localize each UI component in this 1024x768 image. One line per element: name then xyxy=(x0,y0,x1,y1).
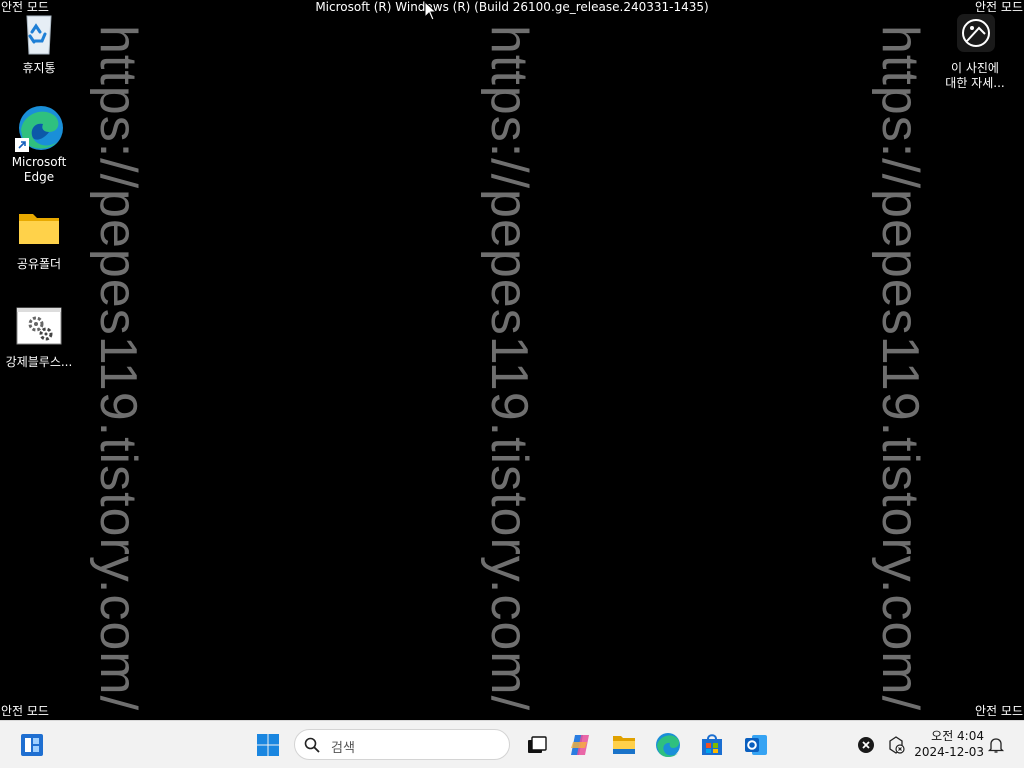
outlook-icon xyxy=(745,735,767,755)
watermark-column-3: https://pepes119.tistory.com/ xyxy=(870,18,930,718)
edge-taskbar-button[interactable] xyxy=(652,729,684,761)
notification-button[interactable] xyxy=(980,729,1012,761)
network-disconnected-icon xyxy=(889,736,905,754)
close-circle-icon xyxy=(858,737,874,753)
clock-time: 오전 4:04 xyxy=(931,729,984,743)
folder-icon xyxy=(15,206,63,254)
widgets-icon xyxy=(21,734,43,756)
desktop-icon-shared-folder[interactable]: 공유폴더 xyxy=(1,206,77,272)
desktop-icon-label: 강제블루스... xyxy=(5,355,73,369)
file-explorer-button[interactable] xyxy=(608,729,640,761)
mouse-cursor-icon xyxy=(424,1,438,21)
search-icon xyxy=(304,737,320,753)
tray-close-circle-button[interactable] xyxy=(850,729,882,761)
camera-lens-icon xyxy=(951,10,999,58)
start-button[interactable] xyxy=(252,729,284,761)
notification-bell-icon xyxy=(987,738,1005,753)
task-view-button[interactable] xyxy=(520,729,552,761)
desktop-icon-label: 휴지통 xyxy=(22,61,56,75)
widgets-button[interactable] xyxy=(16,729,48,761)
search-placeholder: 검색 xyxy=(331,741,355,756)
desktop-icon-label-line2: 대한 자세... xyxy=(945,76,1005,90)
windows-build-label: Microsoft (R) Windows (R) (Build 26100.g… xyxy=(315,0,709,14)
shortcut-arrow-icon xyxy=(15,138,29,152)
watermark-column-1: https://pepes119.tistory.com/ xyxy=(88,18,148,718)
network-status-button[interactable] xyxy=(880,729,912,761)
settings-gears-icon xyxy=(15,304,63,352)
desktop-icon-about-picture[interactable]: 이 사진에 대한 자세... xyxy=(937,10,1013,91)
desktop-icon-force-bluescreen[interactable]: 강제블루스... xyxy=(1,304,77,370)
task-view-icon xyxy=(528,736,547,753)
desktop-icon-label: 공유폴더 xyxy=(16,257,62,271)
safe-mode-label-bottom-left: 안전 모드 xyxy=(1,704,49,718)
store-button[interactable] xyxy=(696,729,728,761)
edge-icon xyxy=(656,733,680,757)
start-icon xyxy=(257,734,279,756)
desktop-icon-edge[interactable]: Microsoft Edge xyxy=(1,104,77,185)
desktop: 안전 모드 안전 모드 안전 모드 안전 모드 Microsoft (R) Wi… xyxy=(0,0,1024,720)
desktop-icon-recycle-bin[interactable]: 휴지통 xyxy=(1,10,77,76)
store-icon xyxy=(702,734,722,755)
watermark-text: https://pepes119.tistory.com/ xyxy=(89,24,147,712)
clock-date: 2024-12-03 xyxy=(914,745,984,759)
copilot-button[interactable] xyxy=(564,729,596,761)
safe-mode-label-bottom-right: 안전 모드 xyxy=(975,704,1023,718)
watermark-text: https://pepes119.tistory.com/ xyxy=(480,24,538,712)
taskbar: 검색 오전 4:04 2024-12-03 xyxy=(0,720,1024,768)
watermark-text: https://pepes119.tistory.com/ xyxy=(871,24,929,712)
taskbar-clock[interactable]: 오전 4:04 2024-12-03 xyxy=(914,728,984,760)
outlook-button[interactable] xyxy=(740,729,772,761)
copilot-icon xyxy=(571,735,589,755)
desktop-icon-label-line1: 이 사진에 xyxy=(951,61,999,75)
desktop-icon-label: Microsoft Edge xyxy=(11,155,67,184)
edge-icon xyxy=(15,104,63,152)
file-explorer-icon xyxy=(613,736,635,754)
watermark-column-2: https://pepes119.tistory.com/ xyxy=(479,18,539,718)
recycle-bin-icon xyxy=(15,10,63,58)
taskbar-search-box[interactable]: 검색 xyxy=(294,729,510,760)
